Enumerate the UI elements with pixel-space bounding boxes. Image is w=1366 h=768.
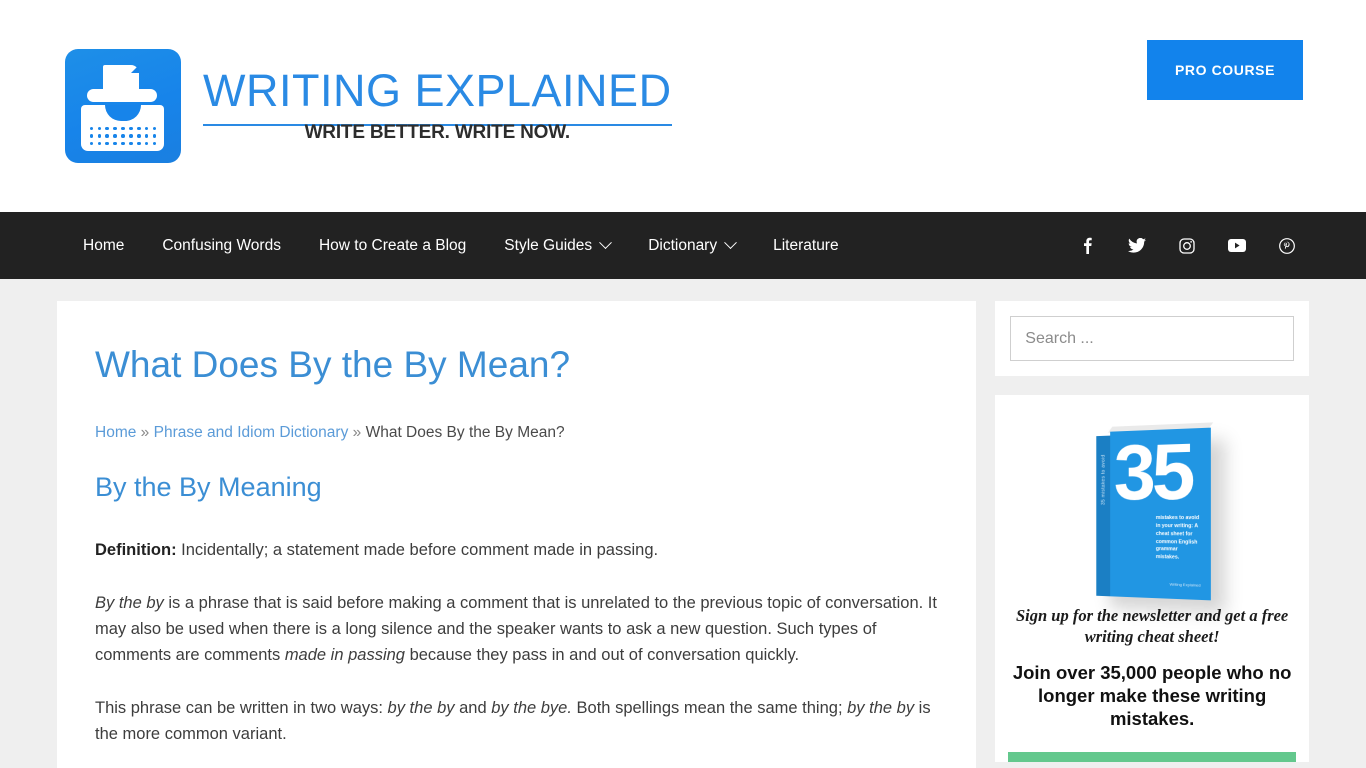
emphasis: By the by xyxy=(95,594,164,612)
search-widget xyxy=(995,301,1309,376)
breadcrumb-link-home[interactable]: Home xyxy=(95,424,136,441)
nav-item-how-to-create-a-blog[interactable]: How to Create a Blog xyxy=(300,237,485,255)
logo-text: WRITING EXPLAINED WRITE BETTER. WRITE NO… xyxy=(203,68,672,144)
logo-title: WRITING EXPLAINED xyxy=(203,65,672,126)
emphasis: by the by xyxy=(847,699,914,717)
search-input[interactable] xyxy=(1010,316,1294,361)
breadcrumb: Home » Phrase and Idiom Dictionary » Wha… xyxy=(95,424,938,442)
ad-headline-italic: Sign up for the newsletter and get a fre… xyxy=(1008,606,1296,648)
breadcrumb-link-category[interactable]: Phrase and Idiom Dictionary xyxy=(154,424,349,441)
nav-label: Dictionary xyxy=(648,237,717,255)
nav-label: Confusing Words xyxy=(162,237,281,255)
nav-label: Literature xyxy=(773,237,838,255)
site-header: WRITING EXPLAINED WRITE BETTER. WRITE NO… xyxy=(0,0,1366,212)
nav-item-home[interactable]: Home xyxy=(64,237,143,255)
text: and xyxy=(455,699,492,717)
nav-menu: Home Confusing Words How to Create a Blo… xyxy=(57,237,858,255)
page-title: What Does By the By Mean? xyxy=(95,345,938,386)
section-heading: By the By Meaning xyxy=(95,472,938,503)
book-spine-text: 35 mistakes to avoid xyxy=(1101,441,1107,519)
emphasis: by the bye. xyxy=(491,699,572,717)
social-links xyxy=(1069,231,1305,261)
nav-label: Style Guides xyxy=(504,237,592,255)
typewriter-icon xyxy=(65,49,181,163)
facebook-icon[interactable] xyxy=(1069,231,1105,261)
breadcrumb-current: What Does By the By Mean? xyxy=(366,424,565,441)
nav-item-style-guides[interactable]: Style Guides xyxy=(485,237,629,255)
definition-paragraph: Definition: Incidentally; a statement ma… xyxy=(95,537,938,563)
newsletter-signup-button[interactable] xyxy=(1008,752,1296,762)
ad-headline-bold: Join over 35,000 people who no longer ma… xyxy=(1008,661,1296,730)
breadcrumb-separator: » xyxy=(141,424,150,441)
book-number: 35 xyxy=(1114,437,1192,507)
body-paragraph-1: By the by is a phrase that is said befor… xyxy=(95,590,938,668)
instagram-icon[interactable] xyxy=(1169,231,1205,261)
sidebar: 35 mistakes to avoid 35 mistakes to avoi… xyxy=(995,301,1309,768)
book-spine: 35 mistakes to avoid xyxy=(1096,436,1110,597)
nav-inner: Home Confusing Words How to Create a Blo… xyxy=(57,212,1309,279)
site-logo[interactable]: WRITING EXPLAINED WRITE BETTER. WRITE NO… xyxy=(65,49,672,163)
book-blurb: mistakes to avoid in your writing: A che… xyxy=(1156,515,1202,563)
article-content: What Does By the By Mean? Home » Phrase … xyxy=(57,301,976,768)
youtube-icon[interactable] xyxy=(1219,231,1255,261)
nav-link-home[interactable]: Home xyxy=(64,237,143,255)
ebook-cover-image: 35 mistakes to avoid 35 mistakes to avoi… xyxy=(1008,408,1296,598)
header-inner: WRITING EXPLAINED WRITE BETTER. WRITE NO… xyxy=(57,0,1309,212)
chevron-down-icon xyxy=(724,236,737,249)
nav-label: Home xyxy=(83,237,124,255)
book-face: 35 mistakes to avoid in your writing: A … xyxy=(1110,428,1211,601)
ad-inner: 35 mistakes to avoid 35 mistakes to avoi… xyxy=(1008,408,1296,762)
nav-label: How to Create a Blog xyxy=(319,237,466,255)
main-navigation: Home Confusing Words How to Create a Blo… xyxy=(0,212,1366,279)
emphasis: made in passing xyxy=(285,646,405,664)
emphasis: by the by xyxy=(388,699,455,717)
twitter-icon[interactable] xyxy=(1119,231,1155,261)
page-wrap: What Does By the By Mean? Home » Phrase … xyxy=(57,279,1309,768)
nav-link-how-to-create-a-blog[interactable]: How to Create a Blog xyxy=(300,237,485,255)
book-author: Writing Explained xyxy=(1170,582,1201,588)
nav-link-dictionary[interactable]: Dictionary xyxy=(629,237,754,255)
book-graphic: 35 mistakes to avoid 35 mistakes to avoi… xyxy=(1096,428,1211,601)
nav-link-style-guides[interactable]: Style Guides xyxy=(485,237,629,255)
nav-link-confusing-words[interactable]: Confusing Words xyxy=(143,237,300,255)
pro-course-button[interactable]: PRO COURSE xyxy=(1147,40,1303,100)
newsletter-ad-widget[interactable]: 35 mistakes to avoid 35 mistakes to avoi… xyxy=(995,395,1309,762)
text: because they pass in and out of conversa… xyxy=(405,646,799,664)
nav-item-literature[interactable]: Literature xyxy=(754,237,857,255)
nav-item-confusing-words[interactable]: Confusing Words xyxy=(143,237,300,255)
text: Both spellings mean the same thing; xyxy=(572,699,847,717)
nav-item-dictionary[interactable]: Dictionary xyxy=(629,237,754,255)
definition-text: Incidentally; a statement made before co… xyxy=(177,541,659,559)
definition-label: Definition: xyxy=(95,541,177,559)
nav-link-literature[interactable]: Literature xyxy=(754,237,857,255)
pinterest-icon[interactable] xyxy=(1269,231,1305,261)
breadcrumb-separator: » xyxy=(353,424,362,441)
body-paragraph-2: This phrase can be written in two ways: … xyxy=(95,695,938,747)
text: This phrase can be written in two ways: xyxy=(95,699,388,717)
chevron-down-icon xyxy=(599,236,612,249)
